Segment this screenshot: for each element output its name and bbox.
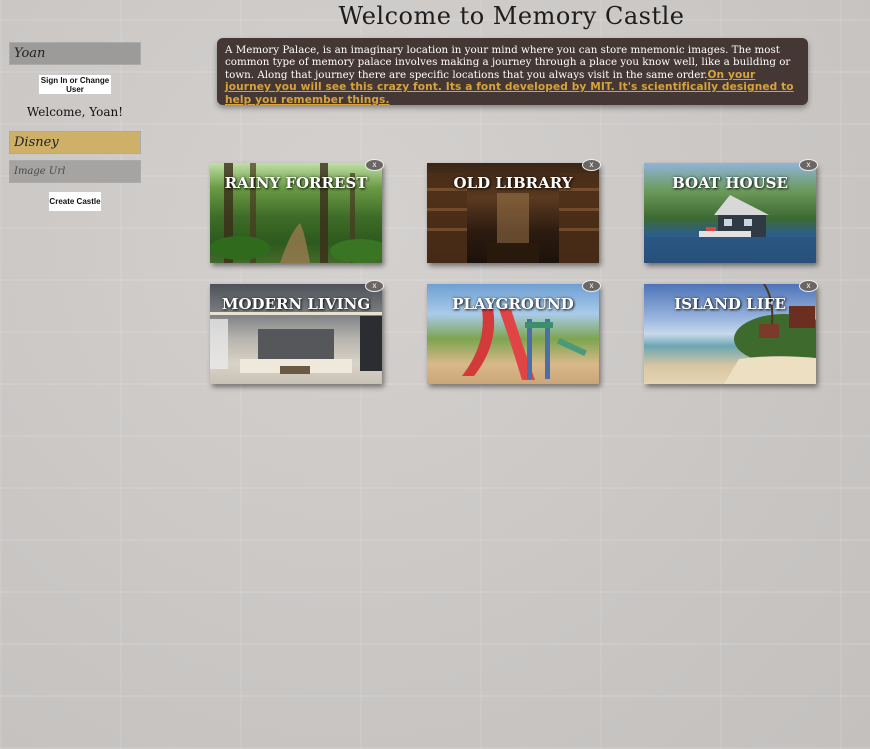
castle-name-input[interactable]: [9, 131, 141, 154]
castle-card-boat-house[interactable]: BOAT HOUSE x: [644, 159, 818, 263]
sidebar: Sign In or Change User Welcome, Yoan! Cr…: [9, 42, 141, 212]
page-title: Welcome to Memory Castle: [338, 2, 685, 30]
close-icon[interactable]: x: [799, 280, 818, 292]
castle-card-title: PLAYGROUND: [452, 295, 574, 313]
castle-card-playground[interactable]: PLAYGROUND x: [427, 280, 601, 384]
info-text: A Memory Palace, is an imaginary locatio…: [225, 44, 791, 81]
close-icon[interactable]: x: [582, 159, 601, 171]
close-icon[interactable]: x: [799, 159, 818, 171]
close-icon[interactable]: x: [365, 159, 384, 171]
castle-card-rainy-forrest[interactable]: RAINY FORREST x: [210, 159, 384, 263]
castle-card-title: RAINY FORREST: [224, 174, 368, 192]
castle-card-old-library[interactable]: OLD LIBRARY x: [427, 159, 601, 263]
username-input[interactable]: [9, 42, 141, 65]
castle-card-title: BOAT HOUSE: [672, 174, 788, 192]
castle-card-title: OLD LIBRARY: [453, 174, 573, 192]
welcome-message: Welcome, Yoan!: [26, 105, 124, 119]
create-castle-button[interactable]: Create Castle: [48, 191, 102, 212]
castle-card-title: ISLAND LIFE: [674, 295, 786, 313]
castle-card-island-life[interactable]: ISLAND LIFE x: [644, 280, 818, 384]
close-icon[interactable]: x: [582, 280, 601, 292]
close-icon[interactable]: x: [365, 280, 384, 292]
image-url-input[interactable]: [9, 160, 141, 183]
castle-card-modern-living[interactable]: MODERN LIVING x: [210, 280, 384, 384]
castle-card-title: MODERN LIVING: [221, 295, 371, 313]
sign-in-button[interactable]: Sign In or Change User: [38, 74, 112, 95]
memory-palace-info: A Memory Palace, is an imaginary locatio…: [217, 38, 808, 106]
